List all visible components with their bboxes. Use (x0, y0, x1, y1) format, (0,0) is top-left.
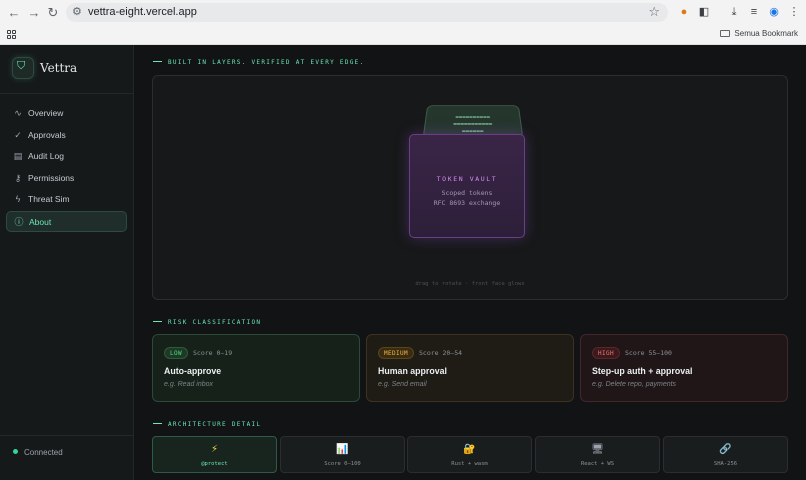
sidebar-item-label: About (29, 216, 52, 227)
sidebar-item-label: Approvals (28, 129, 66, 140)
shield-logo-icon: ⛉ (12, 57, 34, 79)
arch-tile-react[interactable]: 🖥 React + WS (535, 436, 660, 473)
main-content: BUILT IN LAYERS. VERIFIED AT EVERY EDGE.… (135, 45, 806, 480)
risk-example-low: e.g. Read inbox (164, 381, 214, 388)
info-icon: ⓘ (14, 216, 24, 227)
sidebar-item-permissions[interactable]: ⚷ Permissions (6, 168, 127, 189)
lightning-icon: ϟ (15, 194, 21, 205)
sidebar-item-label: Permissions (28, 172, 75, 183)
risk-badge-high: HIGH (592, 347, 621, 359)
arch-tile-rust[interactable]: 🔐 Rust + wasm (407, 436, 532, 473)
cube-front-face[interactable]: TOKEN VAULT Scoped tokens RFC 8693 excha… (409, 134, 525, 238)
cube-top-text-2: ▂▂▂▂▂▂▂▂▂▂▂ (453, 120, 493, 126)
cube-top-text-3: ▂▂▂▂▂▂ (462, 127, 484, 133)
all-bookmarks-label: Semua Bookmark (734, 29, 798, 38)
risk-title-medium: Human approval (378, 366, 447, 376)
arch-tile-label: SHA-256 (713, 461, 738, 467)
status-dot-icon (13, 449, 18, 454)
extensions-icon[interactable]: ◧ (697, 5, 711, 19)
address-bar[interactable]: ⚙ vettra-eight.vercel.app ☆ (66, 3, 668, 22)
risk-title-low: Auto-approve (164, 366, 222, 376)
back-icon[interactable]: ← (6, 5, 22, 21)
arch-tile-sha[interactable]: 🔗 SHA-256 (663, 436, 788, 473)
arch-tile-label: Rust + wasm (451, 461, 488, 467)
risk-example-medium: e.g. Send email (378, 381, 427, 388)
risk-section-label: RISK CLASSIFICATION (153, 319, 261, 326)
layers-3d-stage[interactable]: ▂▂▂▂▂▂▂▂▂▂ ▂▂▂▂▂▂▂▂▂▂▂ ▂▂▂▂▂▂ TOKEN VAUL… (152, 75, 788, 300)
sidebar-footer-divider (0, 435, 134, 436)
architecture-tiles: ⚡ @protect 📊 Score 0–100 🔐 Rust + wasm 🖥… (152, 436, 788, 473)
sidebar-item-approvals[interactable]: ✓ Approvals (6, 125, 127, 146)
url-text: vettra-eight.vercel.app (88, 6, 197, 18)
apps-grid-icon[interactable] (7, 30, 16, 39)
sidebar-item-label: Overview (28, 108, 64, 118)
monitor-icon: 🖥 (591, 444, 604, 455)
key-icon: ⚷ (14, 172, 22, 183)
download-icon[interactable]: ⤓ (727, 5, 741, 19)
browser-chrome: ← → ↻ ⚙ vettra-eight.vercel.app ☆ ● ◧ ⤓ … (0, 0, 806, 45)
section-dash (153, 321, 162, 322)
sidebar-item-overview[interactable]: ∿ Overview (6, 103, 127, 124)
link-icon: 🔗 (719, 444, 732, 455)
risk-badge-low: LOW (164, 347, 189, 359)
activity-icon: ∿ (14, 108, 22, 118)
sidebar-item-label: Threat Sim (28, 194, 70, 205)
arch-tile-label: React + WS (580, 461, 615, 467)
all-bookmarks-button[interactable]: Semua Bookmark (720, 29, 798, 38)
rotate-hint: drag to rotate · front face glows (415, 281, 525, 287)
lock-key-icon: 🔐 (463, 444, 476, 455)
arch-tile-score[interactable]: 📊 Score 0–100 (280, 436, 405, 473)
risk-score-medium: Score 20–54 (419, 349, 463, 357)
risk-section-text: RISK CLASSIFICATION (168, 319, 262, 326)
layers-section-text: BUILT IN LAYERS. VERIFIED AT EVERY EDGE. (168, 59, 365, 66)
sidebar-item-audit-log[interactable]: ▤ Audit Log (6, 146, 127, 167)
architecture-section-label: ARCHITECTURE DETAIL (153, 421, 261, 428)
check-circle-icon: ✓ (14, 129, 22, 140)
sidebar-item-about[interactable]: ⓘ About (6, 210, 127, 232)
arch-tile-protect[interactable]: ⚡ @protect (152, 436, 277, 473)
cube-front-line-2: RFC 8693 exchange (433, 199, 501, 207)
brand-name: Vettra (40, 61, 78, 75)
risk-badge-medium: MEDIUM (378, 347, 415, 359)
cube-front-line-1: Scoped tokens (441, 189, 493, 197)
media-control-icon[interactable]: ≡ (747, 5, 761, 19)
connection-status: Connected (13, 448, 63, 457)
risk-title-high: Step-up auth + approval (592, 366, 693, 376)
document-icon: ▤ (13, 151, 23, 162)
bookmark-star-icon[interactable]: ☆ (648, 4, 660, 20)
risk-card-medium[interactable]: MEDIUM Score 20–54 Human approval e.g. S… (366, 334, 574, 402)
section-dash (153, 61, 162, 62)
site-settings-icon[interactable]: ⚙ (72, 5, 82, 18)
profile-icon[interactable]: ◉ (767, 5, 781, 19)
risk-card-high[interactable]: HIGH Score 55–100 Step-up auth + approva… (580, 334, 788, 402)
sidebar-nav: ∿ Overview ✓ Approvals ▤ Audit Log ⚷ Per… (6, 103, 127, 233)
cube-top-text-1: ▂▂▂▂▂▂▂▂▂▂ (455, 113, 491, 119)
metamask-extension-icon[interactable]: ● (677, 5, 691, 19)
section-dash (153, 423, 162, 424)
menu-icon[interactable]: ⋮ (787, 5, 801, 19)
status-text: Connected (24, 448, 63, 457)
risk-score-high: Score 55–100 (625, 349, 672, 357)
sidebar-divider (0, 93, 134, 94)
forward-icon[interactable]: → (26, 5, 42, 21)
reload-icon[interactable]: ↻ (45, 5, 61, 21)
architecture-section-text: ARCHITECTURE DETAIL (168, 421, 262, 428)
risk-card-low[interactable]: LOW Score 0–19 Auto-approve e.g. Read in… (152, 334, 360, 402)
bookmarks-bar: Semua Bookmark (0, 26, 806, 45)
sidebar: ⛉ Vettra ∿ Overview ✓ Approvals ▤ Audit … (0, 45, 134, 480)
layers-section-label: BUILT IN LAYERS. VERIFIED AT EVERY EDGE. (153, 59, 365, 66)
lightning-icon: ⚡ (210, 444, 219, 455)
arch-tile-label: Score 0–100 (324, 461, 361, 467)
arch-tile-label: @protect (201, 461, 228, 467)
sidebar-item-label: Audit Log (28, 151, 64, 162)
bar-chart-icon: 📊 (336, 444, 349, 455)
brand[interactable]: ⛉ Vettra (12, 57, 134, 81)
cube-front-title: TOKEN VAULT (436, 175, 498, 183)
risk-score-low: Score 0–19 (193, 349, 233, 357)
risk-example-high: e.g. Delete repo, payments (592, 381, 677, 388)
risk-cards: LOW Score 0–19 Auto-approve e.g. Read in… (152, 334, 788, 402)
sidebar-item-threat-sim[interactable]: ϟ Threat Sim (6, 189, 127, 210)
folder-icon (720, 30, 731, 37)
